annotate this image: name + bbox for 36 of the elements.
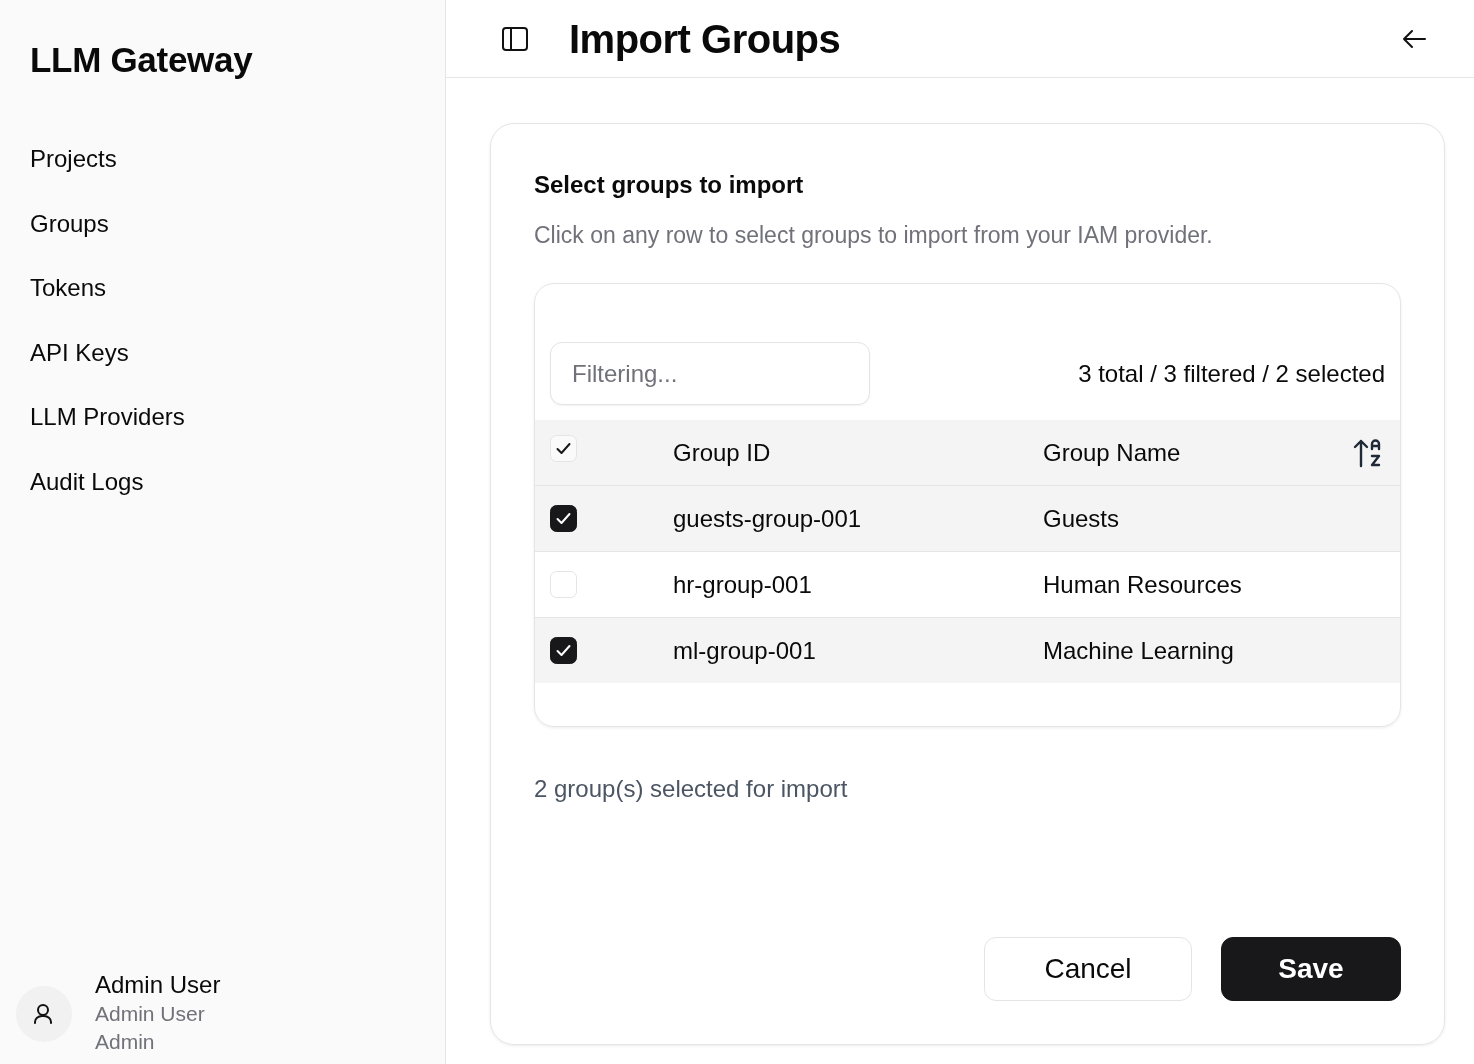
user-name: Admin User: [95, 970, 221, 1000]
sidebar-item[interactable]: Groups: [30, 208, 109, 239]
table-cell-text: guests-group-001: [673, 504, 863, 533]
sidebar-item[interactable]: LLM Providers: [30, 402, 185, 433]
sidebar-toggle-icon[interactable]: [502, 25, 528, 52]
row-checkbox[interactable]: [550, 637, 577, 664]
app-title: LLM Gateway: [30, 40, 253, 80]
selection-counter: 3 total / 3 filtered / 2 selected: [1078, 359, 1385, 388]
save-button[interactable]: Save: [1221, 937, 1401, 1001]
sort-ascending-icon[interactable]: [1353, 437, 1383, 468]
user-role: Admin: [95, 1029, 155, 1055]
table-cell-text: hr-group-001: [673, 570, 813, 599]
user-avatar-icon[interactable]: [16, 986, 72, 1042]
table-cell-text: Machine Learning: [1043, 636, 1235, 665]
card-description: Click on any row to select groups to import from your IAM provider.: [534, 221, 1213, 250]
cancel-button[interactable]: Cancel: [984, 937, 1192, 1001]
table-cell-text: ml-group-001: [673, 636, 817, 665]
sidebar-item[interactable]: API Keys: [30, 337, 129, 368]
column-header[interactable]: Group Name: [1043, 438, 1353, 467]
back-arrow-icon[interactable]: [1402, 28, 1426, 49]
filter-field[interactable]: Filtering...: [550, 342, 870, 405]
table-row[interactable]: hr-group-001 Human Resources: [535, 552, 1400, 618]
table-cell-text: Guests: [1043, 504, 1121, 533]
sidebar-item[interactable]: Tokens: [30, 273, 107, 304]
table-row[interactable]: ml-group-001 Machine Learning: [535, 618, 1400, 683]
row-checkbox[interactable]: [550, 505, 577, 532]
page-title: Import Groups: [569, 15, 841, 63]
column-header[interactable]: Group ID: [673, 438, 1043, 467]
select-all-checkbox[interactable]: [550, 435, 577, 462]
card-title: Select groups to import: [534, 170, 804, 200]
user-display-name: Admin User: [95, 1001, 205, 1027]
table-row[interactable]: guests-group-001 Guests: [535, 486, 1400, 552]
sidebar-item[interactable]: Audit Logs: [30, 466, 144, 497]
selection-summary: 2 group(s) selected for import: [534, 774, 848, 804]
sidebar-item[interactable]: Projects: [30, 144, 117, 174]
table-cell-text: Human Resources: [1043, 570, 1243, 599]
